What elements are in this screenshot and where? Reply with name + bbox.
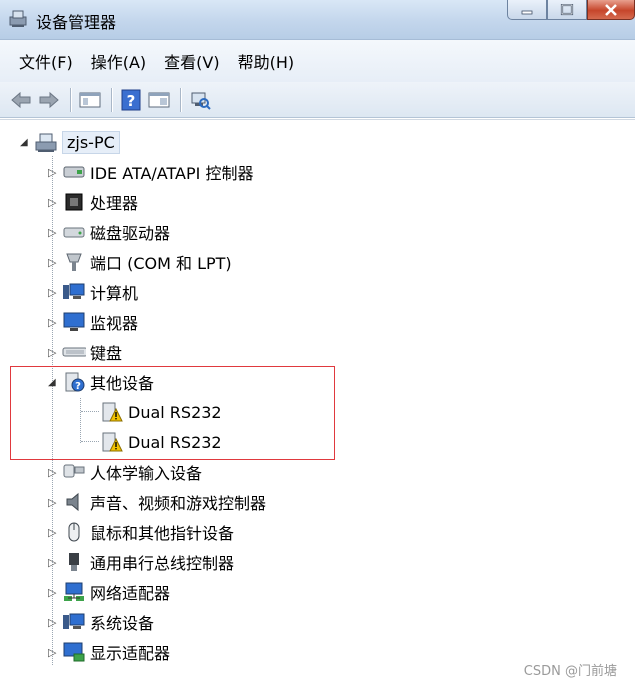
processor-icon [62,191,86,213]
tree-item-system-device[interactable]: ▷ 系统设备 [48,609,154,635]
tree-item-label: 系统设备 [90,614,155,633]
tree-item-label: 人体学输入设备 [90,464,203,483]
expand-arrow-icon[interactable]: ▷ [48,286,62,299]
tree-item-label: 鼠标和其他指针设备 [90,524,235,543]
expand-arrow-icon[interactable]: ▷ [48,616,62,629]
tree-item-sound[interactable]: ▷ 声音、视频和游戏控制器 [48,489,266,515]
expand-arrow-icon[interactable]: ▷ [48,256,62,269]
forward-arrow-icon [39,91,59,108]
view-button[interactable] [146,87,172,113]
back-arrow-icon [11,91,31,108]
expand-arrow-icon[interactable]: ▷ [48,586,62,599]
tree-item-disk-drive[interactable]: ▷ 磁盘驱动器 [48,219,170,245]
toolbar-separator [111,87,112,112]
expand-arrow-icon[interactable]: ▷ [48,466,62,479]
window-controls [507,0,635,20]
disk-drive-icon [62,221,86,243]
expand-arrow-icon[interactable]: ▷ [48,526,62,539]
tree-item-monitor[interactable]: ▷ 监视器 [48,309,138,335]
tree-item-label: 磁盘驱动器 [90,224,171,243]
display-adapter-icon [62,641,86,663]
tree-item-ports[interactable]: ▷ 端口 (COM 和 LPT) [48,249,232,275]
toolbar-separator [180,87,181,112]
tree-item-label: 计算机 [90,284,139,303]
hid-icon [62,461,86,483]
menu-bar: 文件(F) 操作(A) 查看(V) 帮助(H) [0,40,635,82]
expand-arrow-icon[interactable]: ▷ [48,166,62,179]
tree-item-keyboard[interactable]: ▷ 键盘 [48,339,122,365]
menu-view[interactable]: 查看(V) [155,43,228,79]
forward-button[interactable] [36,87,62,113]
show-hide-tree-button[interactable] [77,87,103,113]
expand-arrow-icon[interactable]: ▷ [48,646,62,659]
tree-item-label: 键盘 [90,344,123,363]
maximize-icon [560,3,574,15]
scan-hardware-icon [191,92,211,110]
tree-item-label: 监视器 [90,314,139,333]
properties-panel-icon [79,92,101,107]
toolbar: ? [0,82,635,118]
toolbar-separator [70,87,71,112]
computer-icon [62,281,86,303]
computer-root-icon [34,131,58,153]
view-panel-icon [148,92,170,107]
port-icon [62,251,86,273]
tree-item-label: 网络适配器 [90,584,171,603]
window-title: 设备管理器 [36,13,117,32]
highlight-box [10,366,335,460]
menu-file[interactable]: 文件(F) [10,43,82,79]
expand-arrow-icon[interactable]: ▷ [48,496,62,509]
tree-item-label: 端口 (COM 和 LPT) [90,254,232,273]
system-device-icon [62,611,86,633]
tree-item-label: 处理器 [90,194,139,213]
tree-item-display-adapter[interactable]: ▷ 显示适配器 [48,639,170,665]
minimize-button[interactable] [507,0,547,20]
tree-item-usb[interactable]: ▷ 通用串行总线控制器 [48,549,234,575]
tree-item-label: 显示适配器 [90,644,171,663]
device-manager-icon [9,10,27,27]
sound-icon [62,491,86,513]
expand-arrow-icon[interactable]: ▷ [48,346,62,359]
tree-root-label: zjs-PC [62,130,120,154]
expand-arrow-icon[interactable]: ▷ [48,226,62,239]
title-bar: 设备管理器 [0,0,635,40]
tree-item-label: IDE ATA/ATAPI 控制器 [90,164,254,183]
tree-item-network-adapter[interactable]: ▷ 网络适配器 [48,579,170,605]
maximize-button[interactable] [547,0,587,20]
back-button[interactable] [8,87,34,113]
minimize-icon [521,10,533,14]
expand-arrow-icon[interactable]: ▷ [48,556,62,569]
ide-controller-icon [62,161,86,183]
menu-action[interactable]: 操作(A) [82,43,155,79]
mouse-icon [62,521,86,543]
collapse-arrow-icon[interactable]: ◢ [20,137,34,148]
expand-arrow-icon[interactable]: ▷ [48,196,62,209]
help-icon: ? [121,89,141,110]
svg-text:?: ? [127,92,136,110]
menu-help[interactable]: 帮助(H) [229,43,304,79]
tree-root-zjs-pc[interactable]: ◢ zjs-PC [20,129,120,155]
scan-hardware-button[interactable] [187,87,213,113]
help-button[interactable]: ? [118,87,144,113]
expand-arrow-icon[interactable]: ▷ [48,316,62,329]
close-icon [605,3,617,16]
tree-item-mouse[interactable]: ▷ 鼠标和其他指针设备 [48,519,234,545]
usb-icon [62,551,86,573]
keyboard-icon [62,341,86,363]
tree-item-label: 通用串行总线控制器 [90,554,235,573]
network-adapter-icon [62,581,86,603]
monitor-icon [62,311,86,333]
tree-item-computer[interactable]: ▷ 计算机 [48,279,138,305]
tree-item-ide-controller[interactable]: ▷ IDE ATA/ATAPI 控制器 [48,159,253,185]
tree-item-label: 声音、视频和游戏控制器 [90,494,267,513]
tree-item-processor[interactable]: ▷ 处理器 [48,189,138,215]
close-button[interactable] [587,0,635,20]
tree-item-hid[interactable]: ▷ 人体学输入设备 [48,459,202,485]
watermark: CSDN @门前塘 [523,664,617,679]
